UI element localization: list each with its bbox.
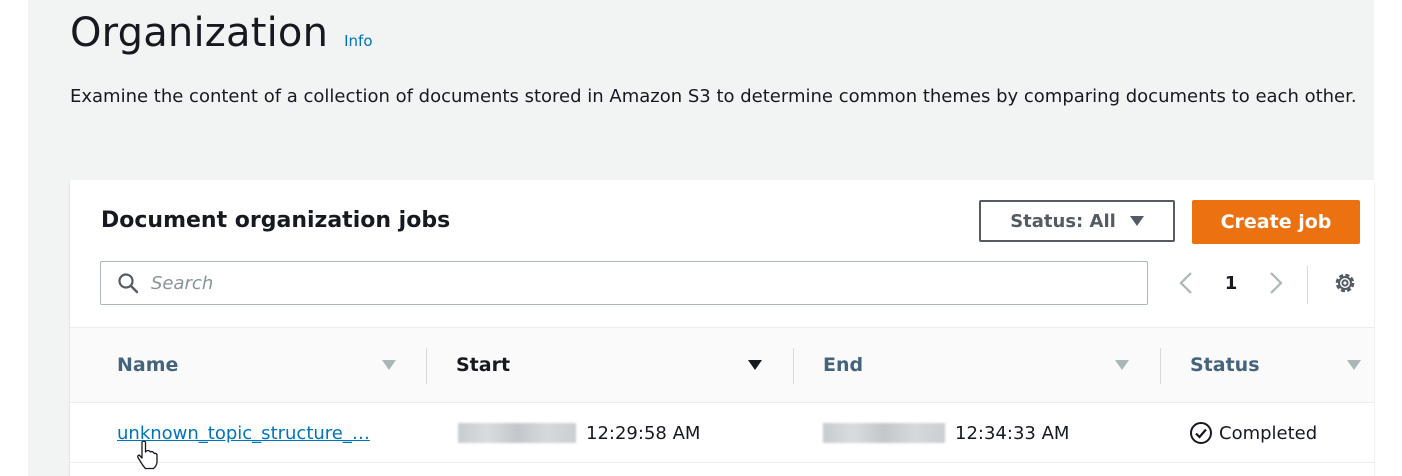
column-header-status[interactable]: Status bbox=[1190, 328, 1370, 402]
redacted-date bbox=[458, 423, 576, 443]
status-cell: Completed bbox=[1189, 403, 1317, 463]
next-page-button[interactable] bbox=[1266, 268, 1286, 298]
chevron-right-icon bbox=[1270, 272, 1283, 294]
status-text: Completed bbox=[1219, 422, 1318, 444]
hand-cursor-icon bbox=[137, 440, 158, 470]
pagination-divider bbox=[1307, 266, 1308, 304]
column-header-name[interactable]: Name bbox=[117, 328, 397, 402]
sort-icon bbox=[382, 360, 396, 370]
start-time-cell: 12:29:58 AM bbox=[458, 403, 700, 463]
info-link[interactable]: Info bbox=[344, 32, 372, 50]
sort-icon bbox=[1115, 360, 1129, 370]
column-label-status: Status bbox=[1190, 354, 1260, 376]
page-title: Organization bbox=[70, 10, 329, 56]
status-filter-dropdown[interactable]: Status: All bbox=[979, 200, 1175, 242]
page-header: Organization Info bbox=[70, 10, 373, 56]
table-row: unknown_topic_structure_… 12:29:58 AM 12… bbox=[70, 403, 1374, 463]
chevron-left-icon bbox=[1179, 272, 1192, 294]
pagination: 1 bbox=[1176, 268, 1286, 298]
redacted-date bbox=[823, 423, 945, 443]
caret-down-icon bbox=[1129, 216, 1144, 226]
previous-page-button[interactable] bbox=[1176, 268, 1196, 298]
page-description: Examine the content of a collection of d… bbox=[70, 86, 1357, 107]
search-field[interactable] bbox=[100, 261, 1148, 305]
current-page-number[interactable]: 1 bbox=[1196, 273, 1266, 294]
column-divider bbox=[1160, 348, 1161, 384]
gear-icon[interactable] bbox=[1332, 270, 1358, 296]
sort-descending-icon bbox=[748, 360, 762, 370]
sort-icon bbox=[1347, 360, 1361, 370]
status-filter-label: Status: All bbox=[1010, 210, 1116, 232]
jobs-panel: Document organization jobs Status: All C… bbox=[70, 180, 1374, 476]
end-time-cell: 12:34:33 AM bbox=[823, 403, 1069, 463]
search-input[interactable] bbox=[149, 271, 1053, 295]
column-label-name: Name bbox=[117, 354, 179, 376]
column-label-start: Start bbox=[456, 354, 511, 376]
create-job-button[interactable]: Create job bbox=[1192, 200, 1360, 244]
column-label-end: End bbox=[823, 354, 864, 376]
column-header-start[interactable]: Start bbox=[456, 328, 766, 402]
column-divider bbox=[793, 348, 794, 384]
start-time: 12:29:58 AM bbox=[586, 422, 701, 444]
check-circle-icon bbox=[1190, 422, 1212, 444]
panel-title: Document organization jobs bbox=[101, 208, 451, 233]
search-icon bbox=[118, 273, 139, 294]
column-divider bbox=[426, 348, 427, 384]
column-header-end[interactable]: End bbox=[823, 328, 1133, 402]
table-header: Name Start End Status bbox=[70, 327, 1374, 403]
end-time: 12:34:33 AM bbox=[955, 422, 1070, 444]
